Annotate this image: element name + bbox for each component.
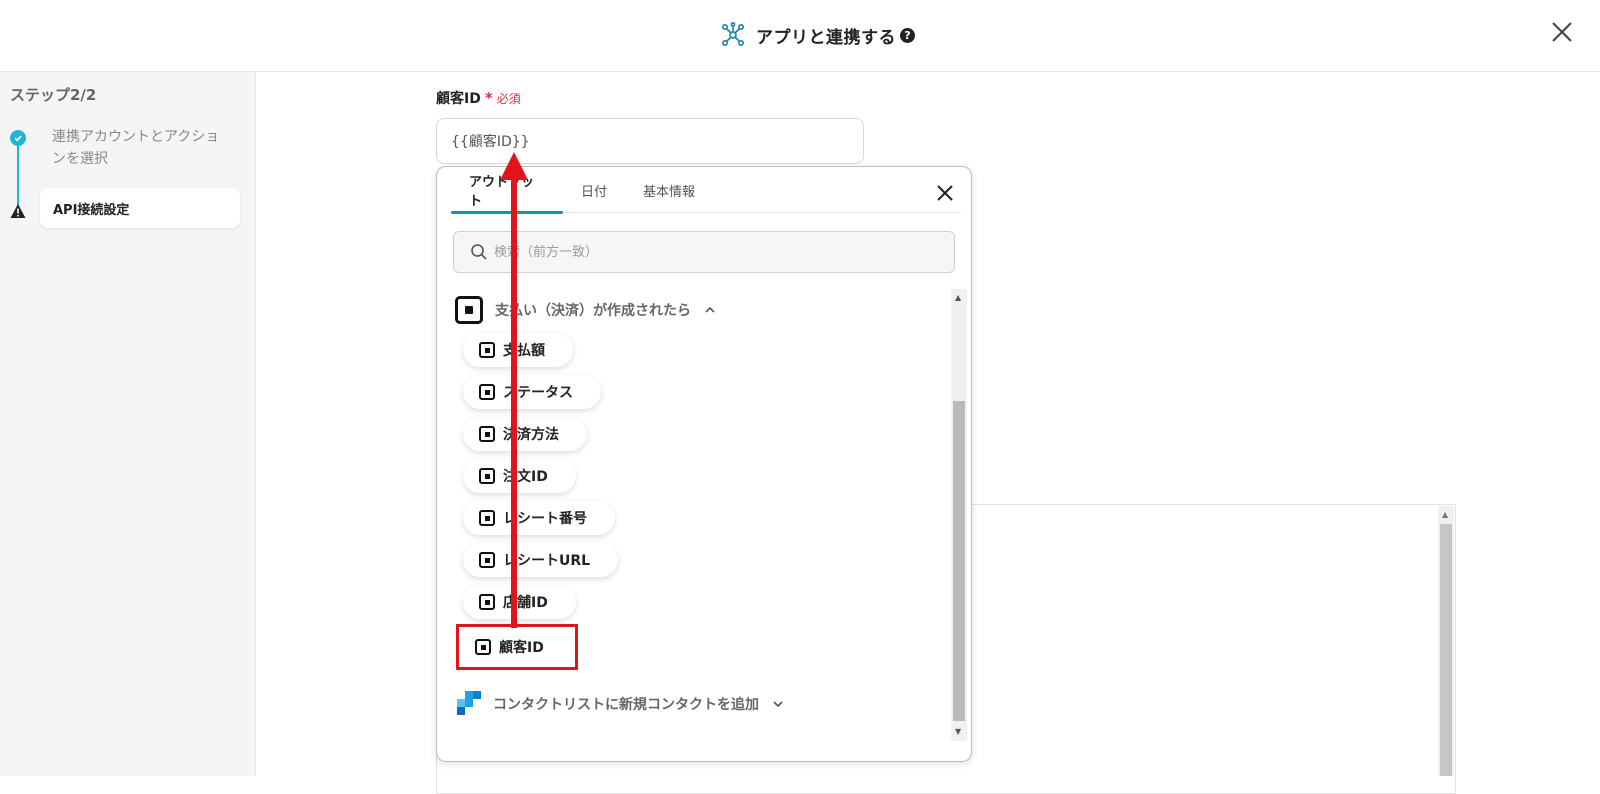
list-item-payment-method[interactable]: 決済方法 — [463, 417, 587, 451]
output-list: 支払い（決済）が作成されたら 支払額 ステータス 決済方法 注文ID レシート番… — [437, 289, 957, 759]
list-item-order-id[interactable]: 注文ID — [463, 459, 576, 493]
square-logo-icon — [475, 639, 491, 655]
field-label-group: 顧客ID * 必須 — [436, 88, 521, 108]
customer-id-input[interactable]: {{顧客ID}} — [436, 118, 864, 164]
square-logo-icon — [479, 426, 495, 442]
square-logo-icon — [455, 296, 483, 324]
tab-basic-info[interactable]: 基本情報 — [625, 167, 713, 213]
group-title: コンタクトリストに新規コンタクトを追加 — [493, 697, 759, 713]
required-text: 必須 — [496, 91, 521, 106]
list-item-status[interactable]: ステータス — [463, 375, 601, 409]
tab-output[interactable]: アウトプット — [451, 167, 563, 214]
warning-icon — [10, 204, 26, 218]
close-icon[interactable] — [1548, 18, 1576, 46]
contact-app-logo-icon — [455, 691, 481, 717]
list-item-receipt-url[interactable]: レシートURL — [463, 543, 619, 577]
list-item-customer-id[interactable]: 顧客ID — [456, 624, 578, 670]
field-label: 顧客ID — [436, 91, 481, 107]
check-icon — [10, 130, 26, 146]
output-picker-popup: アウトプット 日付 基本情報 支払い（決済）が作成されたら 支払額 ステータス — [436, 166, 972, 762]
step-sidebar: ステップ2/2 連携アカウントとアクションを選択 API接続設定 — [0, 72, 256, 776]
page-title: アプリと連携する — [756, 27, 896, 48]
search-box[interactable] — [453, 231, 955, 273]
popup-scrollbar[interactable]: ▲ ▼ — [951, 289, 967, 741]
step-item-label: API接続設定 — [53, 202, 130, 218]
square-logo-icon — [479, 552, 495, 568]
background-scrollbar[interactable]: ▲ — [1438, 506, 1454, 776]
square-logo-icon — [479, 384, 495, 400]
popup-close-icon[interactable] — [935, 183, 955, 203]
step-item-select-action[interactable]: 連携アカウントとアクションを選択 — [52, 126, 232, 170]
square-logo-icon — [479, 510, 495, 526]
step-count: ステップ2/2 — [10, 86, 97, 104]
customer-id-value: {{顧客ID}} — [451, 134, 530, 150]
square-logo-icon — [479, 342, 495, 358]
scroll-up-arrow-icon[interactable]: ▲ — [1442, 510, 1448, 519]
list-item-label: レシートURL — [503, 553, 591, 569]
list-item-label: ステータス — [503, 385, 573, 401]
popup-tabs: アウトプット 日付 基本情報 — [451, 167, 961, 214]
help-icon[interactable]: ? — [900, 27, 915, 43]
list-item-store-id[interactable]: 店舗ID — [463, 585, 576, 619]
chevron-down-icon[interactable] — [771, 697, 785, 711]
list-item-label: 顧客ID — [499, 640, 544, 656]
step-connector — [17, 140, 19, 210]
list-item-receipt-number[interactable]: レシート番号 — [463, 501, 615, 535]
required-mark: * — [484, 89, 493, 107]
header-bar: アプリと連携する ? — [0, 0, 1600, 72]
list-item-label: 支払額 — [503, 343, 545, 359]
scrollbar-thumb[interactable] — [1440, 524, 1452, 776]
list-item-label: 注文ID — [503, 469, 548, 485]
list-item-label: 決済方法 — [503, 427, 559, 443]
scrollbar-thumb[interactable] — [953, 401, 965, 721]
scroll-up-arrow-icon[interactable]: ▲ — [955, 293, 961, 302]
step-item-api-settings[interactable]: API接続設定 — [40, 188, 240, 228]
group-header-contact-list[interactable]: コンタクトリストに新規コンタクトを追加 — [455, 689, 785, 719]
tab-date[interactable]: 日付 — [563, 167, 625, 213]
group-header-payment[interactable]: 支払い（決済）が作成されたら — [455, 295, 717, 325]
search-input[interactable] — [494, 244, 934, 260]
list-item-amount[interactable]: 支払額 — [463, 333, 573, 367]
search-icon — [471, 244, 487, 260]
chevron-up-icon[interactable] — [703, 303, 717, 317]
header-title-group: アプリと連携する ? — [720, 20, 915, 50]
app-connect-icon — [721, 22, 744, 46]
scroll-down-arrow-icon[interactable]: ▼ — [955, 727, 961, 736]
square-logo-icon — [479, 594, 495, 610]
list-item-label: 店舗ID — [503, 595, 548, 611]
square-logo-icon — [479, 468, 495, 484]
group-title: 支払い（決済）が作成されたら — [495, 303, 691, 319]
list-item-label: レシート番号 — [503, 511, 587, 527]
